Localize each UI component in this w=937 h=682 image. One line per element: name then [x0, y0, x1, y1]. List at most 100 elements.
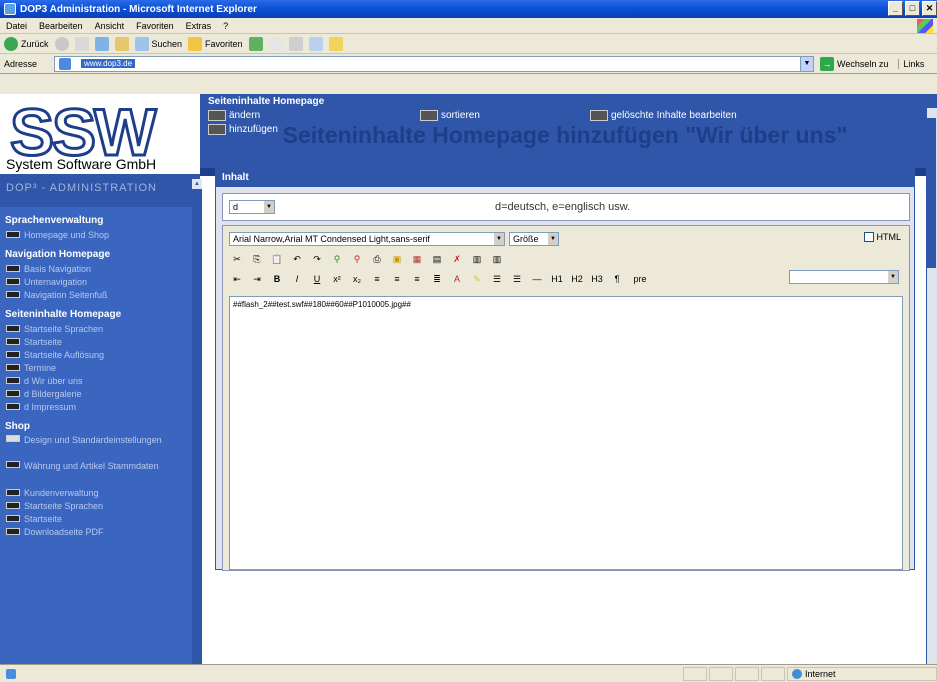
menu-favorites[interactable]: Favoriten [136, 21, 174, 31]
sidebar-item-base-navigation[interactable]: Basis Navigation [0, 262, 192, 275]
maximize-button[interactable]: □ [905, 1, 920, 16]
back-button[interactable]: Zurück [4, 36, 49, 51]
search-button[interactable]: Suchen [134, 36, 182, 51]
style-select[interactable]: ▼ [789, 270, 899, 284]
delete-icon[interactable]: ✗ [449, 252, 465, 266]
numbered-list-icon[interactable]: ☰ [489, 272, 505, 286]
page-scrollbar[interactable] [926, 108, 937, 664]
copy-icon[interactable]: ⎘ [249, 252, 265, 266]
edit-icon[interactable] [308, 36, 323, 51]
menu-view[interactable]: Ansicht [95, 21, 125, 31]
highlight-icon[interactable]: ✎ [469, 272, 485, 286]
align-left-icon[interactable]: ≡ [369, 272, 385, 286]
sidebar-item-gallery[interactable]: d Bildergalerie [0, 387, 192, 400]
sidebar-item-shop-startpage[interactable]: Startseite [0, 512, 192, 525]
history-icon[interactable] [248, 36, 263, 51]
heading-1-button[interactable]: H1 [549, 272, 565, 286]
sidebar-item-label: Design und Standardeinstellungen [24, 435, 162, 445]
cut-icon[interactable]: ✂ [229, 252, 245, 266]
insert-link-icon[interactable]: ⚲ [329, 252, 345, 266]
preformatted-button[interactable]: pre [629, 272, 651, 286]
change-action[interactable]: ändern [208, 110, 260, 121]
font-size-select[interactable]: Größe ▼ [509, 232, 559, 246]
sidebar-item-homepage-shop[interactable]: Homepage und Shop [0, 228, 192, 241]
print-icon[interactable] [288, 36, 303, 51]
close-button[interactable]: ✕ [922, 1, 937, 16]
menu-edit[interactable]: Bearbeiten [39, 21, 83, 31]
print-icon[interactable]: ⎙ [369, 252, 385, 266]
favorites-button[interactable]: Favoriten [188, 36, 243, 51]
html-checkbox[interactable] [863, 232, 874, 242]
sidebar-item-start-languages[interactable]: Startseite Sprachen [0, 322, 192, 335]
home-icon[interactable] [114, 36, 129, 51]
align-right-icon[interactable]: ≡ [409, 272, 425, 286]
indent-icon[interactable]: ⇥ [249, 272, 265, 286]
deleted-content-action[interactable]: gelöschte Inhalte bearbeiten [590, 110, 737, 121]
menu-tools[interactable]: Extras [186, 21, 212, 31]
heading-3-button[interactable]: H3 [589, 272, 605, 286]
links-button[interactable]: Links [898, 58, 924, 69]
minimize-button[interactable]: _ [888, 1, 903, 16]
sidebar-item-label: Basis Navigation [24, 263, 92, 274]
sidebar-item-imprint[interactable]: d Impressum [0, 400, 192, 413]
redo-icon[interactable]: ↷ [309, 252, 325, 266]
sidebar-item-subnavigation[interactable]: Unternavigation [0, 275, 192, 288]
sidebar-item-footer-navigation[interactable]: Navigation Seitenfuß [0, 288, 192, 301]
italic-icon[interactable]: I [289, 272, 305, 286]
insert-table-icon[interactable]: ▦ [409, 252, 425, 266]
sidebar-item-start-resolution[interactable]: Startseite Auflösung [0, 348, 192, 361]
sidebar-item-customers[interactable]: Kundenverwaltung [0, 486, 192, 499]
remove-format-icon[interactable]: ¶ [609, 272, 625, 286]
html-toggle[interactable]: HTML [863, 232, 901, 242]
insert-column-icon[interactable]: ▥ [469, 252, 485, 266]
page-scroll-thumb[interactable] [927, 118, 936, 268]
bold-icon[interactable]: B [269, 272, 285, 286]
sidebar-item-shop-start-languages[interactable]: Startseite Sprachen [0, 499, 192, 512]
shop-startpage-icon [6, 515, 20, 522]
editor-content-area[interactable]: ##flash_2##test.swf##180##60##P1010005.j… [229, 296, 903, 570]
address-input[interactable]: www.dop3.de ▼ [54, 55, 814, 72]
sidebar-item-startpage[interactable]: Startseite [0, 335, 192, 348]
sort-action[interactable]: sortieren [420, 110, 480, 121]
sidebar-item-download-pdf[interactable]: Downloadseite PDF [0, 525, 192, 538]
sidebar-section-languages: Sprachenverwaltung [0, 213, 192, 228]
sidebar-item-about-us[interactable]: d Wir über uns [0, 374, 192, 387]
paste-icon[interactable]: 📋 [269, 252, 285, 266]
font-color-icon[interactable]: A [449, 272, 465, 286]
address-dropdown-icon[interactable]: ▼ [800, 56, 813, 71]
underline-icon[interactable]: U [309, 272, 325, 286]
sidebar-item-design-settings[interactable]: Design und Standardeinstellungen [0, 434, 192, 460]
scroll-up-icon[interactable]: ▲ [192, 179, 202, 189]
menu-file[interactable]: Datei [6, 21, 27, 31]
refresh-icon[interactable] [94, 36, 109, 51]
sidebar-item-currency-articles[interactable]: Währung und Artikel Stammdaten [0, 460, 192, 486]
justify-icon[interactable]: ≣ [429, 272, 445, 286]
subscript-icon[interactable]: x₂ [349, 272, 365, 286]
language-select[interactable]: d ▼ [229, 200, 275, 214]
superscript-icon[interactable]: x² [329, 272, 345, 286]
security-zone: Internet [787, 666, 937, 681]
sidebar-item-dates[interactable]: Termine [0, 361, 192, 374]
editor-toolbar: Arial Narrow,Arial MT Condensed Light,sa… [223, 226, 909, 298]
font-family-select[interactable]: Arial Narrow,Arial MT Condensed Light,sa… [229, 232, 505, 246]
insert-image-icon[interactable]: ▣ [389, 252, 405, 266]
heading-2-button[interactable]: H2 [569, 272, 585, 286]
back-arrow-icon [4, 36, 18, 51]
mail-icon[interactable] [268, 36, 283, 51]
messenger-icon[interactable] [328, 36, 343, 51]
insert-row-icon[interactable]: ▤ [429, 252, 445, 266]
stop-icon[interactable] [74, 36, 89, 51]
align-center-icon[interactable]: ≡ [389, 272, 405, 286]
window-title-bar[interactable]: DOP3 Administration - Microsoft Internet… [0, 0, 937, 18]
sidebar-scrollbar[interactable]: ▲ [192, 179, 202, 664]
undo-icon[interactable]: ↶ [289, 252, 305, 266]
menu-help[interactable]: ? [223, 21, 228, 31]
forward-arrow-icon[interactable] [54, 36, 69, 51]
bullet-list-icon[interactable]: ☰ [509, 272, 525, 286]
remove-link-icon[interactable]: ⚲ [349, 252, 365, 266]
horizontal-rule-icon[interactable]: — [529, 272, 545, 286]
go-button[interactable]: → Wechseln zu [820, 56, 888, 71]
outdent-icon[interactable]: ⇤ [229, 272, 245, 286]
delete-column-icon[interactable]: ▥ [489, 252, 505, 266]
sidebar-item-label: Termine [24, 362, 57, 373]
